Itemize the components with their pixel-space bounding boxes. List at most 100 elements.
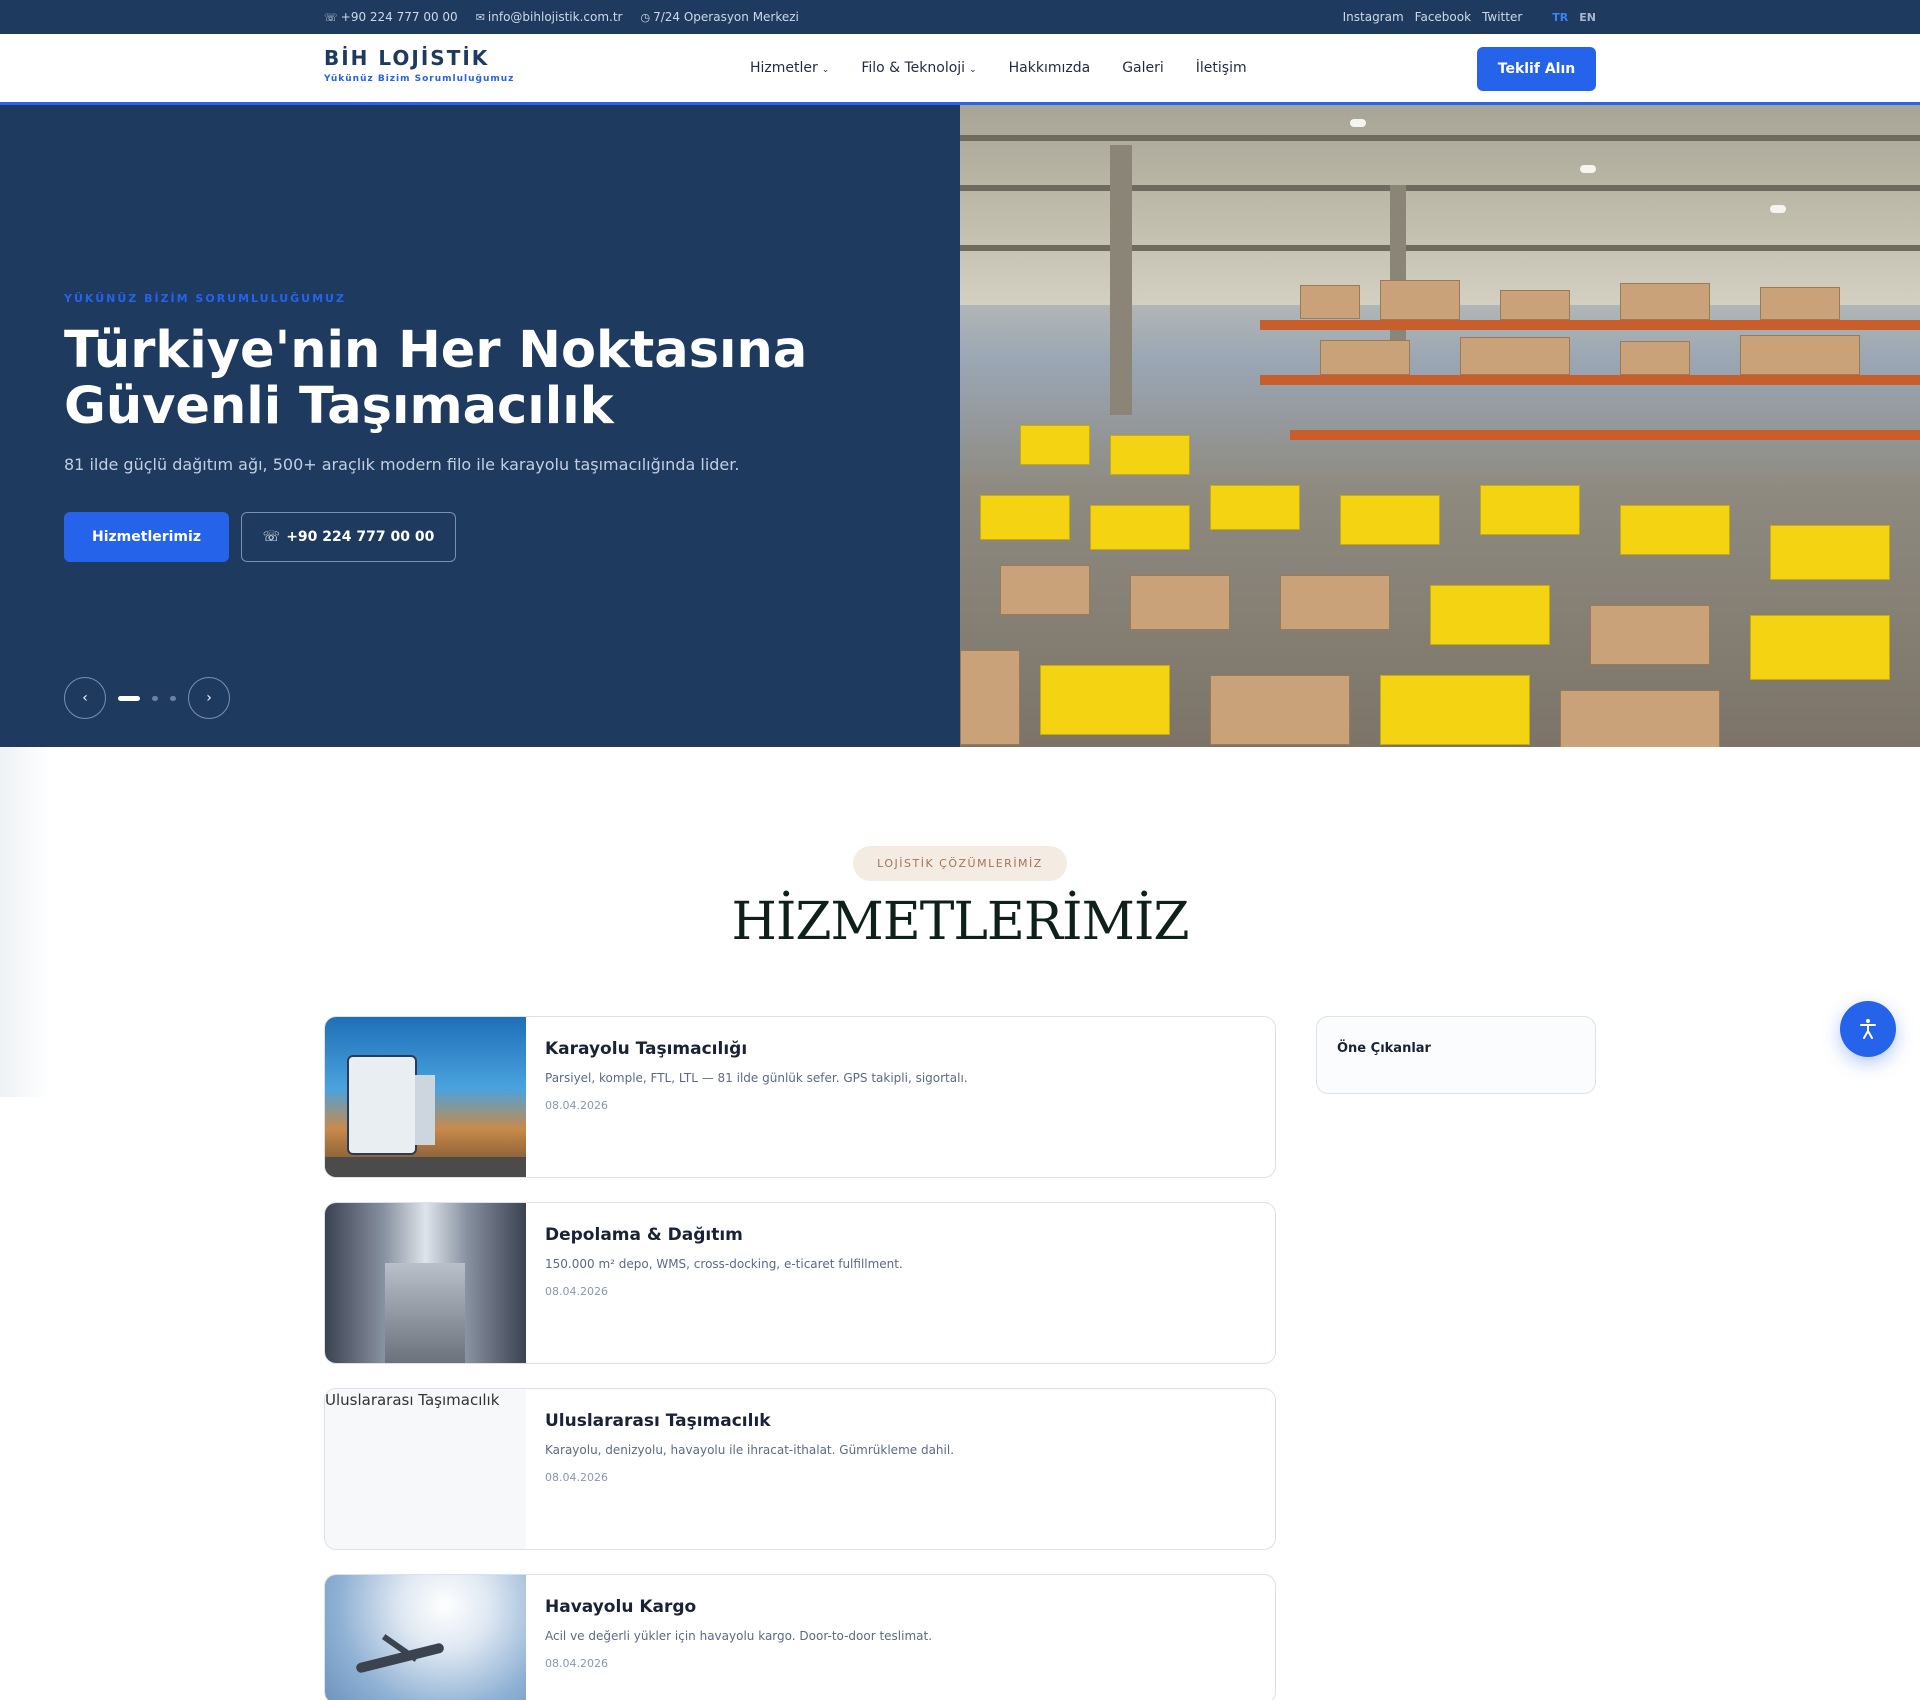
- cardboard-box: [1760, 287, 1840, 320]
- accessibility-icon: [1860, 1019, 1876, 1039]
- yellow-bin: [1750, 615, 1890, 680]
- service-date: 08.04.2026: [545, 1657, 608, 1670]
- service-card-body: Karayolu Taşımacılığı Parsiyel, komple, …: [545, 1039, 968, 1112]
- top-bar: ☏ +90 224 777 00 00 ✉ info@bihlojistik.com…: [0, 0, 1920, 34]
- service-desc: Acil ve değerli yükler için havayolu kar…: [545, 1629, 933, 1643]
- social-instagram[interactable]: Instagram: [1343, 10, 1404, 24]
- yellow-bin: [1430, 585, 1550, 645]
- ceiling-lamp: [1770, 205, 1786, 213]
- nav-item-galeri[interactable]: Galeri: [1122, 60, 1164, 76]
- cardboard-box: [1210, 675, 1350, 745]
- section-title: HİZMETLERİMİZ: [731, 892, 1189, 952]
- featured-sidebar: Öne Çıkanlar: [1316, 1016, 1596, 1094]
- image-alt-text: Uluslararası Taşımacılık: [325, 1389, 526, 1549]
- ceiling-beam: [960, 135, 1920, 141]
- social-twitter[interactable]: Twitter: [1482, 10, 1522, 24]
- service-card[interactable]: Karayolu Taşımacılığı Parsiyel, komple, …: [324, 1016, 1276, 1178]
- service-title[interactable]: Havayolu Kargo: [545, 1597, 932, 1617]
- truck-image: [325, 1017, 526, 1177]
- lang-tr[interactable]: TR: [1552, 11, 1568, 24]
- service-title[interactable]: Uluslararası Taşımacılık: [545, 1411, 954, 1431]
- quote-button[interactable]: Teklif Alın: [1477, 47, 1596, 91]
- clock-icon: ◷: [640, 11, 651, 24]
- airplane-image: [325, 1575, 526, 1700]
- service-date: 08.04.2026: [545, 1285, 608, 1298]
- slider-prev-button[interactable]: ‹: [64, 677, 106, 719]
- chevron-down-icon: ⌄: [821, 65, 830, 75]
- cardboard-box: [1320, 340, 1410, 375]
- lang-en[interactable]: EN: [1579, 11, 1596, 24]
- phone-icon: ☏: [262, 529, 281, 545]
- truck-body: [347, 1055, 417, 1155]
- cardboard-box: [1300, 285, 1360, 319]
- yellow-bin: [980, 495, 1070, 540]
- brand-logo[interactable]: BİH LOJİSTİK Yükünüz Bizim Sorumluluğumu…: [324, 46, 514, 84]
- service-title[interactable]: Karayolu Taşımacılığı: [545, 1039, 968, 1059]
- accessibility-button[interactable]: [1840, 1001, 1896, 1057]
- yellow-bin: [1090, 505, 1190, 550]
- brand-name: BİH LOJİSTİK: [324, 46, 490, 70]
- service-card[interactable]: Uluslararası Taşımacılık Uluslararası Ta…: [324, 1388, 1276, 1550]
- main-header: BİH LOJİSTİK Yükünüz Bizim Sorumluluğumu…: [0, 34, 1920, 105]
- service-date: 08.04.2026: [545, 1471, 608, 1484]
- service-date: 08.04.2026: [545, 1099, 608, 1112]
- services-button[interactable]: Hizmetlerimiz: [64, 512, 229, 562]
- yellow-bin: [1020, 425, 1090, 465]
- hero-content: YÜKÜNÜZ BİZİM SORUMLULUĞUMUZ Türkiye'nin…: [0, 105, 960, 747]
- ops-center: ◷ 7/24 Operasyon Merkezi: [640, 10, 799, 24]
- social-facebook[interactable]: Facebook: [1415, 10, 1471, 24]
- cardboard-box: [960, 650, 1020, 745]
- email-contact[interactable]: ✉ info@bihlojistik.com.tr: [476, 10, 623, 24]
- slider-next-button[interactable]: ›: [188, 677, 230, 719]
- cardboard-box: [1380, 280, 1460, 320]
- cardboard-box: [1740, 335, 1860, 375]
- slider-dot-2[interactable]: [152, 696, 158, 701]
- ceiling-lamp: [1580, 165, 1596, 173]
- yellow-bin: [1380, 675, 1530, 745]
- cardboard-box: [1620, 283, 1710, 320]
- cardboard-box: [1460, 337, 1570, 375]
- nav-item-hakkimizda[interactable]: Hakkımızda: [1009, 60, 1091, 76]
- cardboard-box: [1590, 605, 1710, 665]
- yellow-bin: [1620, 505, 1730, 555]
- service-desc: Parsiyel, komple, FTL, LTL — 81 ilde gün…: [545, 1071, 968, 1085]
- brand-tagline: Yükünüz Bizim Sorumluluğumuz: [324, 74, 515, 84]
- hero-eyebrow: YÜKÜNÜZ BİZİM SORUMLULUĞUMUZ: [64, 292, 346, 305]
- cardboard-box: [1500, 290, 1570, 320]
- warehouse-image: [325, 1203, 526, 1363]
- service-title[interactable]: Depolama & Dağıtım: [545, 1225, 903, 1245]
- service-desc: Karayolu, denizyolu, havayolu ile ihraca…: [545, 1443, 955, 1457]
- cardboard-box: [1280, 575, 1390, 630]
- shelf-rack: [1290, 430, 1920, 440]
- cardboard-box: [1000, 565, 1090, 615]
- nav-item-iletisim[interactable]: İletişim: [1196, 60, 1247, 76]
- ceiling-beam: [960, 245, 1920, 251]
- service-card-body: Depolama & Dağıtım 150.000 m² depo, WMS,…: [545, 1225, 903, 1298]
- nav-item-filo[interactable]: Filo & Teknoloji ⌄: [861, 60, 976, 76]
- yellow-bin: [1480, 485, 1580, 535]
- service-desc: 150.000 m² depo, WMS, cross-docking, e-t…: [545, 1257, 903, 1271]
- broken-image: Uluslararası Taşımacılık: [325, 1389, 526, 1549]
- phone-icon: ☏: [324, 11, 338, 24]
- truck-trailer: [415, 1075, 435, 1145]
- cardboard-box: [1560, 690, 1720, 747]
- shelf-rack: [1260, 375, 1920, 385]
- hero-title: Türkiye'nin Her Noktasına Güvenli Taşımac…: [64, 321, 808, 436]
- phone-contact[interactable]: ☏ +90 224 777 00 00: [324, 10, 458, 24]
- shelf-rack: [1260, 320, 1920, 330]
- call-button[interactable]: ☏ +90 224 777 00 00: [241, 512, 456, 562]
- hero-warehouse-image: [960, 105, 1920, 747]
- yellow-bin: [1110, 435, 1190, 475]
- warehouse-pillar: [1110, 145, 1132, 415]
- road: [325, 1157, 526, 1177]
- service-card-body: Uluslararası Taşımacılık Karayolu, deniz…: [545, 1411, 954, 1484]
- main-nav: Hizmetler ⌄ Filo & Teknoloji ⌄ Hakkımızda …: [750, 34, 1247, 102]
- slider-dot-1[interactable]: [118, 696, 140, 701]
- nav-item-hizmetler[interactable]: Hizmetler ⌄: [750, 60, 829, 76]
- cardboard-box: [1620, 341, 1690, 375]
- service-card[interactable]: Havayolu Kargo Acil ve değerli yükler iç…: [324, 1574, 1276, 1700]
- service-card[interactable]: Depolama & Dağıtım 150.000 m² depo, WMS,…: [324, 1202, 1276, 1364]
- mail-icon: ✉: [475, 11, 485, 24]
- sidebar-title: Öne Çıkanlar: [1337, 1041, 1431, 1056]
- slider-dot-3[interactable]: [170, 696, 176, 701]
